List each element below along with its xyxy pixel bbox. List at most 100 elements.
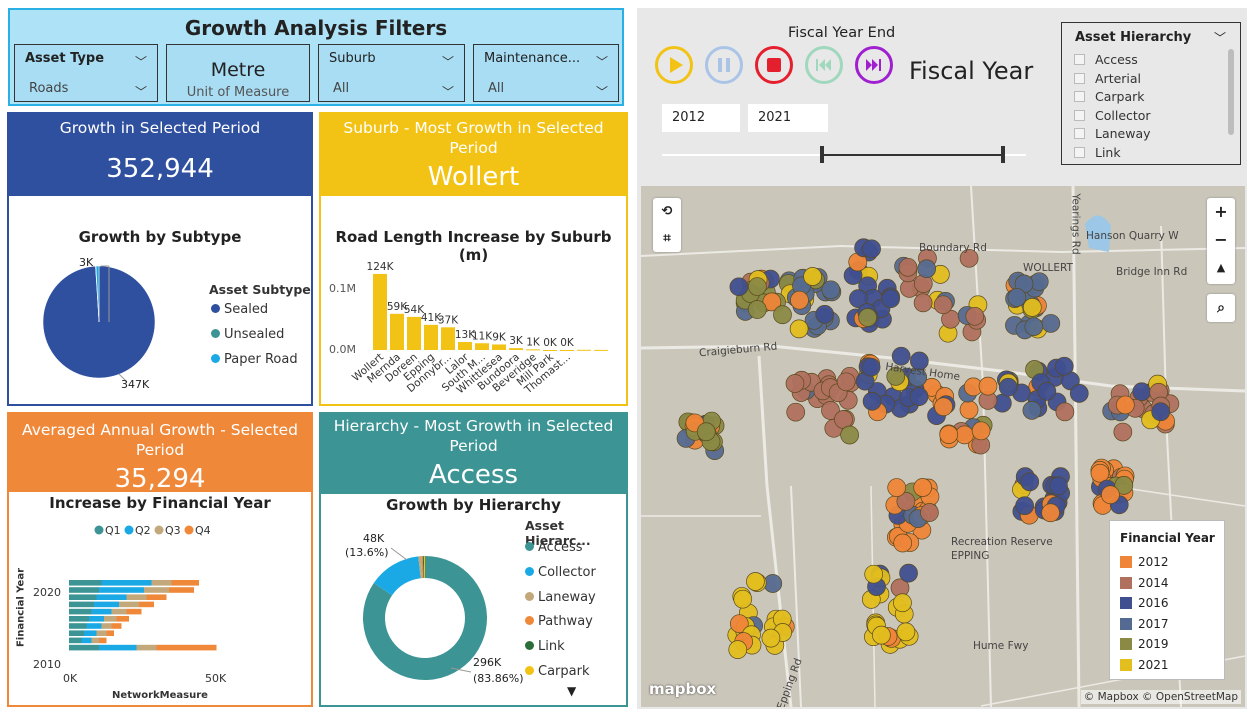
legend-label: 2019	[1138, 637, 1169, 651]
legend-item[interactable]: Unsealed	[211, 327, 298, 352]
legend-item[interactable]: Access	[525, 540, 596, 565]
legend-dot	[211, 304, 220, 313]
road-segment-marker	[815, 305, 835, 324]
slicer-item[interactable]: Laneway	[1074, 126, 1151, 145]
legend-item[interactable]: Sealed	[211, 302, 298, 327]
legend-item[interactable]: Pathway	[525, 614, 596, 639]
stacked-bar-segment	[144, 587, 169, 593]
maintenance-value[interactable]: All	[488, 81, 504, 96]
zoom-out-icon[interactable]: −	[1207, 226, 1235, 254]
chevron-down-icon[interactable]: ﹀	[135, 53, 147, 70]
stacked-bar-segment	[146, 594, 167, 600]
skip-forward-icon	[866, 59, 881, 71]
map-legend-item[interactable]: 2019	[1120, 637, 1169, 651]
road-segment-marker	[1132, 382, 1152, 402]
road-segment-marker	[773, 305, 792, 325]
hier-title: Hierarchy - Most Growth in Selected Peri…	[333, 417, 614, 455]
asset-type-slicer[interactable]: Asset Type ﹀ Roads ﹀	[14, 44, 158, 102]
asset-type-value[interactable]: Roads	[29, 81, 68, 96]
bar	[373, 273, 387, 350]
end-year-input[interactable]: 2021	[748, 104, 828, 132]
road-segment-marker	[696, 422, 716, 442]
checkbox[interactable]	[1074, 72, 1085, 84]
start-year-input[interactable]: 2012	[662, 104, 740, 132]
stacked-bar-segment	[69, 644, 99, 651]
player-title: Fiscal Year End	[788, 25, 896, 41]
bar	[424, 324, 438, 350]
map-legend-item[interactable]: 2012	[1120, 555, 1169, 569]
map-legend-item[interactable]: 2021	[1120, 658, 1169, 672]
legend-label: Unsealed	[224, 327, 285, 342]
chevron-down-icon[interactable]: ﹀	[596, 83, 608, 100]
y-tick-label: 0.1M	[329, 282, 356, 295]
stop-button[interactable]	[755, 46, 793, 84]
lasso-icon[interactable]: ⟲	[653, 198, 681, 225]
map-legend-item[interactable]: 2014	[1120, 576, 1169, 590]
play-button[interactable]	[655, 46, 693, 84]
rect-select-icon[interactable]: ⌗	[653, 225, 681, 252]
checkbox[interactable]	[1074, 128, 1085, 140]
road-segment-marker	[1090, 463, 1110, 483]
compass-icon[interactable]: ▲	[1207, 254, 1235, 282]
chevron-down-icon[interactable]: ﹀	[596, 53, 608, 70]
slicer-scrollbar[interactable]	[1228, 49, 1234, 135]
legend-dot	[525, 591, 534, 601]
road-segment-marker	[1041, 314, 1061, 333]
chevron-down-icon[interactable]: ﹀	[442, 83, 454, 100]
bar	[407, 316, 421, 350]
chevron-down-icon[interactable]: ﹀	[1214, 29, 1226, 46]
legend-label: 2014	[1138, 575, 1169, 590]
slicer-item[interactable]: Carpark	[1074, 89, 1151, 108]
road-segment-marker	[789, 319, 809, 339]
search-icon[interactable]: ⌕	[1207, 294, 1235, 322]
checkbox[interactable]	[1074, 146, 1085, 158]
road-segment-marker	[955, 425, 974, 445]
stacked-bar-segment	[156, 644, 217, 651]
checkbox[interactable]	[1074, 109, 1085, 121]
legend-item[interactable]: Carpark	[525, 664, 596, 689]
road-segment-marker	[896, 622, 916, 642]
zoom-controls[interactable]: + − ▲	[1207, 198, 1235, 284]
suburb-slicer[interactable]: Suburb ﹀ All ﹀	[318, 44, 465, 102]
chevron-down-icon[interactable]: ﹀	[442, 53, 454, 70]
suburb-value[interactable]: All	[333, 81, 349, 96]
map-legend-item[interactable]: 2016	[1120, 596, 1169, 610]
road-segment-marker	[761, 628, 781, 648]
map-select-tools[interactable]: ⟲ ⌗	[653, 198, 681, 252]
road-segment-marker	[913, 293, 933, 313]
data-label: 124K	[367, 261, 395, 273]
legend-item[interactable]: Laneway	[525, 590, 596, 615]
chevron-down-icon[interactable]: ▼	[567, 684, 576, 698]
stacked-bar-segment	[116, 616, 129, 622]
slicer-item[interactable]: Arterial	[1074, 71, 1151, 90]
maintenance-slicer[interactable]: Maintenance... ﹀ All ﹀	[473, 44, 619, 102]
next-button[interactable]	[855, 46, 893, 84]
legend-item[interactable]: Paper Road	[211, 352, 298, 377]
range-slider-end-handle[interactable]	[1001, 146, 1005, 163]
legend-label: 2021	[1138, 657, 1169, 672]
legend-item[interactable]: Link	[525, 639, 596, 664]
legend-swatch	[1120, 638, 1132, 650]
slicer-item[interactable]: Link	[1074, 145, 1151, 164]
legend-item[interactable]: Collector	[525, 565, 596, 590]
slicer-item[interactable]: Access	[1074, 52, 1151, 71]
play-icon	[670, 57, 683, 73]
chevron-down-icon[interactable]: ﹀	[135, 83, 147, 100]
map-legend-item[interactable]: 2017	[1120, 617, 1169, 631]
slicer-item[interactable]: Collector	[1074, 108, 1151, 127]
pause-button[interactable]	[705, 46, 743, 84]
road-segment-marker	[893, 533, 913, 553]
slicer-item-label: Access	[1095, 52, 1138, 67]
map-attribution[interactable]: © Mapbox © OpenStreetMap	[1080, 690, 1241, 704]
checkbox[interactable]	[1074, 54, 1085, 65]
year-bar-chart: Q1 Q2 Q3 Q4 2020 20100K 50K	[33, 524, 227, 685]
stacked-bar-segment	[101, 623, 112, 629]
road-segment-marker	[1113, 422, 1133, 442]
zoom-in-icon[interactable]: +	[1207, 198, 1235, 226]
previous-button[interactable]	[805, 46, 843, 84]
stacked-bar-segment	[91, 608, 112, 615]
road-segment-marker	[748, 277, 767, 296]
legend-label: Access	[538, 540, 583, 555]
checkbox[interactable]	[1074, 91, 1085, 103]
range-slider-start-handle[interactable]	[820, 146, 824, 163]
